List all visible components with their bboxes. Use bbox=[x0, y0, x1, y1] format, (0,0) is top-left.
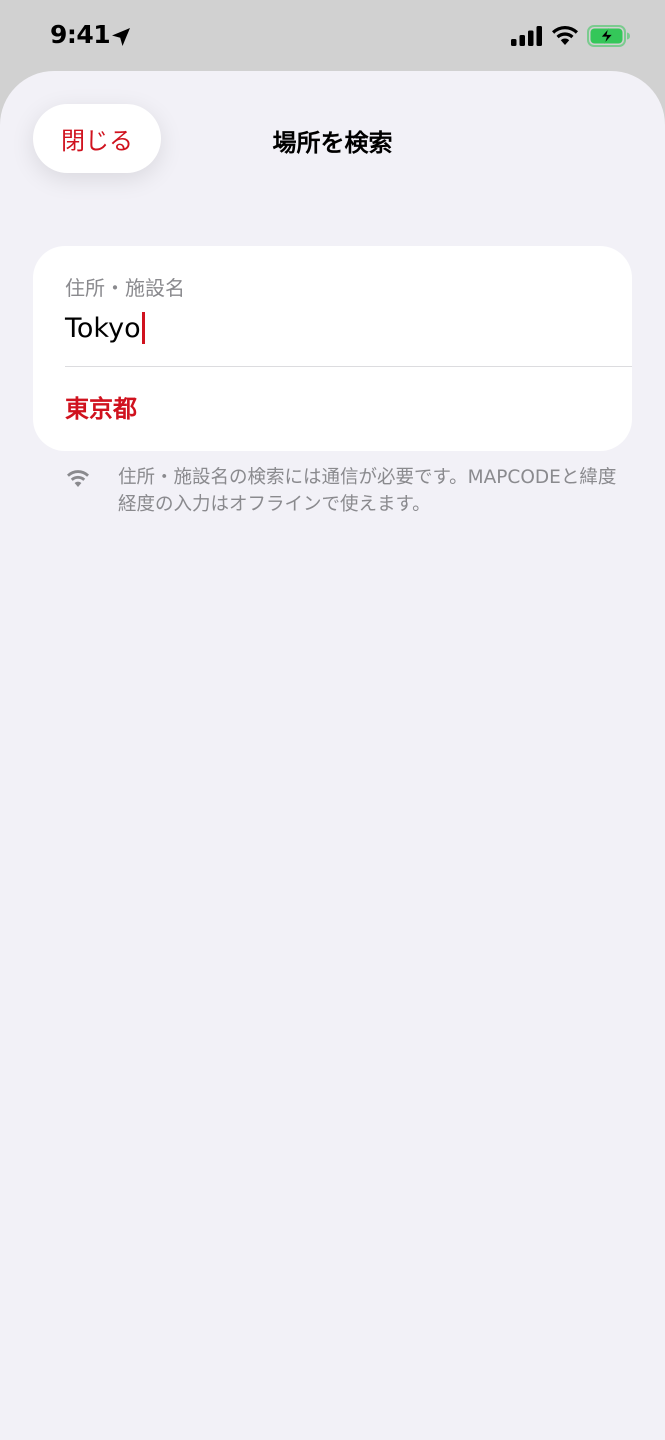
battery-charging-icon bbox=[587, 25, 630, 47]
wifi-status-icon bbox=[552, 25, 578, 45]
offline-note: 住所・施設名の検索には通信が必要です。MAPCODEと緯度経度の入力はオフライン… bbox=[118, 467, 617, 515]
search-sheet: 閉じる 場所を検索 住所・施設名 Tokyo 東京都 住所・施設名の検索には通信… bbox=[0, 71, 665, 1440]
search-result-item[interactable]: 東京都 bbox=[65, 370, 625, 442]
search-input-value: Tokyo bbox=[65, 312, 141, 344]
search-card: 住所・施設名 Tokyo 東京都 bbox=[33, 246, 632, 451]
location-arrow-icon bbox=[112, 28, 130, 46]
text-caret bbox=[141, 312, 145, 344]
search-field-label: 住所・施設名 bbox=[65, 276, 185, 300]
status-bar: 9:41 bbox=[0, 0, 665, 72]
cellular-signal-icon bbox=[511, 26, 542, 46]
divider bbox=[65, 366, 632, 367]
wifi-icon bbox=[67, 470, 89, 487]
status-time: 9:41 bbox=[50, 20, 111, 49]
search-input[interactable]: Tokyo bbox=[65, 308, 585, 348]
page-title: 場所を検索 bbox=[272, 129, 393, 157]
